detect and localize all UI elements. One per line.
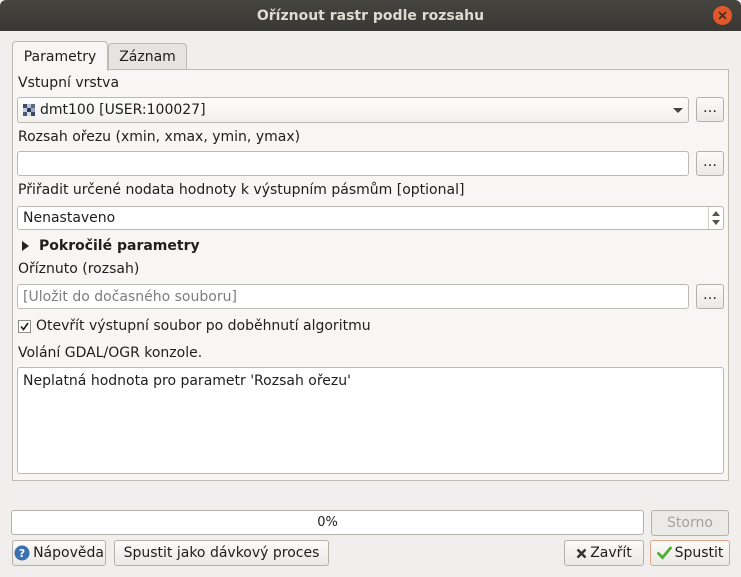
advanced-parameters-toggle[interactable]: Pokročilé parametry: [22, 238, 200, 254]
browse-label: …: [703, 286, 717, 303]
extent-label: Rozsah ořezu (xmin, xmax, ymin, ymax): [18, 129, 301, 145]
chevron-down-icon: [673, 108, 683, 113]
window-close-button[interactable]: [713, 6, 732, 25]
window-titlebar: Oříznout rastr podle rozsahu: [0, 0, 741, 31]
tab-parametry[interactable]: Parametry: [12, 41, 108, 71]
open-output-label: Otevřít výstupní soubor po doběhnutí alg…: [36, 318, 371, 334]
nodata-value: Nenastaveno: [23, 210, 116, 226]
batch-process-button[interactable]: Spustit jako dávkový proces: [114, 540, 329, 566]
advanced-parameters-label: Pokročilé parametry: [39, 238, 200, 254]
input-layer-label: Vstupní vrstva: [18, 75, 120, 91]
checkmark-icon: [20, 322, 29, 331]
spin-up-icon[interactable]: [712, 211, 720, 216]
batch-label: Spustit jako dávkový proces: [123, 545, 320, 561]
help-label: Nápověda: [33, 545, 104, 561]
console-text: Neplatná hodnota pro parametr 'Rozsah oř…: [23, 373, 351, 389]
nodata-label: Přiřadit určené nodata hodnoty k výstupn…: [18, 182, 465, 198]
window-title: Oříznout rastr podle rozsahu: [256, 7, 485, 24]
input-layer-browse-button[interactable]: …: [696, 97, 724, 122]
spin-down-icon[interactable]: [712, 220, 720, 225]
help-icon: ?: [14, 545, 30, 561]
run-label: Spustit: [674, 545, 724, 561]
close-label: Zavřít: [590, 545, 632, 561]
svg-text:?: ?: [19, 547, 25, 560]
tab-zaznam[interactable]: Záznam: [108, 43, 187, 70]
cancel-button[interactable]: Storno: [651, 510, 729, 536]
output-file-input[interactable]: [Uložit do dočasného souboru]: [17, 284, 689, 309]
progress-bar: 0%: [11, 510, 644, 535]
nodata-spinbox[interactable]: Nenastaveno: [17, 206, 724, 230]
checkmark-icon: [656, 546, 672, 560]
close-icon: [718, 11, 727, 20]
run-button[interactable]: Spustit: [650, 540, 730, 566]
raster-layer-icon: [23, 104, 35, 116]
tab-zaznam-label: Záznam: [119, 49, 176, 65]
output-label: Oříznuto (rozsah): [18, 261, 140, 277]
spin-buttons[interactable]: [708, 207, 723, 229]
help-button[interactable]: ? Nápověda: [12, 540, 106, 566]
output-browse-button[interactable]: …: [696, 284, 724, 309]
tab-parametry-label: Parametry: [23, 48, 97, 65]
browse-label: …: [703, 153, 717, 170]
input-layer-value: dmt100 [USER:100027]: [40, 102, 206, 118]
close-x-icon: [576, 548, 587, 558]
console-label: Volání GDAL/OGR konzole.: [18, 345, 203, 361]
open-output-checkbox-row[interactable]: Otevřít výstupní soubor po doběhnutí alg…: [18, 318, 371, 334]
browse-label: …: [703, 99, 717, 116]
open-output-checkbox[interactable]: [18, 319, 31, 333]
extent-input[interactable]: [17, 151, 689, 176]
close-button[interactable]: Zavřít: [564, 540, 644, 566]
cancel-label: Storno: [667, 515, 713, 531]
extent-browse-button[interactable]: …: [696, 151, 724, 176]
input-layer-select[interactable]: dmt100 [USER:100027]: [17, 97, 689, 123]
triangle-right-icon: [22, 241, 29, 251]
console-textarea[interactable]: Neplatná hodnota pro parametr 'Rozsah oř…: [17, 367, 724, 474]
progress-text: 0%: [317, 515, 338, 530]
output-placeholder: [Uložit do dočasného souboru]: [23, 288, 237, 305]
